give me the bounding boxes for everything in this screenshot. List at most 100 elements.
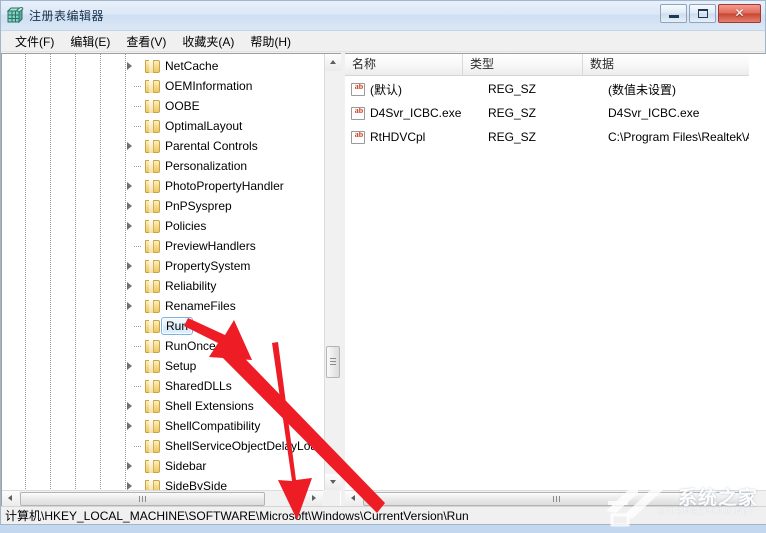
- expand-triangle-icon[interactable]: [126, 461, 135, 471]
- tree-scroll-right-button[interactable]: [306, 491, 323, 507]
- menu-file[interactable]: 文件(F): [7, 31, 62, 52]
- tree-scroll-left-button[interactable]: [2, 491, 19, 507]
- folder-icon: [145, 359, 160, 373]
- tree-item[interactable]: PhotoPropertyHandler: [2, 176, 324, 196]
- tree-line-stub: [134, 106, 141, 107]
- tree-item[interactable]: Run: [2, 316, 324, 336]
- tree-item[interactable]: PreviewHandlers: [2, 236, 324, 256]
- tree-line-stub: [134, 386, 141, 387]
- tree-item-label: Parental Controls: [165, 139, 258, 153]
- folder-icon: [145, 459, 160, 473]
- tree-item[interactable]: RenameFiles: [2, 296, 324, 316]
- folder-icon: [145, 159, 160, 173]
- tree-item[interactable]: RunOnce: [2, 336, 324, 356]
- tree-hscroll-thumb[interactable]: [20, 492, 265, 506]
- folder-icon: [145, 319, 160, 333]
- folder-icon: [145, 419, 160, 433]
- column-header-name[interactable]: 名称: [345, 54, 463, 75]
- tree-item-label: OEMInformation: [165, 79, 253, 93]
- expand-triangle-icon[interactable]: [126, 261, 135, 271]
- menu-help[interactable]: 帮助(H): [242, 31, 299, 52]
- chevron-right-icon: [312, 495, 316, 501]
- close-icon: ✕: [734, 6, 745, 20]
- chevron-down-icon: [330, 480, 336, 484]
- folder-icon: [145, 399, 160, 413]
- expand-triangle-icon[interactable]: [126, 401, 135, 411]
- tree-item[interactable]: Reliability: [2, 276, 324, 296]
- values-horizontal-scrollbar[interactable]: [345, 490, 766, 507]
- minimize-button[interactable]: [660, 4, 687, 23]
- value-row[interactable]: RtHDVCpl REG_SZ C:\Program Files\Realtek\A…: [345, 125, 749, 149]
- close-button[interactable]: ✕: [718, 4, 761, 23]
- tree-scroll-down-button[interactable]: [325, 474, 341, 491]
- values-column-header: 名称 类型 数据: [345, 54, 749, 76]
- tree-item[interactable]: SideBySide: [2, 476, 324, 491]
- values-scroll-left-button[interactable]: [345, 491, 362, 507]
- tree-line-stub: [134, 446, 141, 447]
- tree-item[interactable]: OEMInformation: [2, 76, 324, 96]
- menu-bar: 文件(F) 编辑(E) 查看(V) 收藏夹(A) 帮助(H): [1, 31, 765, 52]
- menu-favorites[interactable]: 收藏夹(A): [174, 31, 242, 52]
- value-name: D4Svr_ICBC.exe: [370, 106, 462, 120]
- column-header-type[interactable]: 类型: [463, 54, 583, 75]
- tree-item-label: ShellServiceObjectDelayLoad: [165, 439, 324, 453]
- expand-triangle-icon[interactable]: [126, 201, 135, 211]
- expand-triangle-icon[interactable]: [126, 141, 135, 151]
- tree-item[interactable]: ShellCompatibility: [2, 416, 324, 436]
- folder-icon: [145, 259, 160, 273]
- expand-triangle-icon[interactable]: [126, 301, 135, 311]
- expand-triangle-icon[interactable]: [126, 421, 135, 431]
- tree-item-label: Reliability: [165, 279, 217, 293]
- values-hscroll-thumb[interactable]: [363, 492, 751, 506]
- expand-triangle-icon[interactable]: [126, 221, 135, 231]
- tree-item[interactable]: Personalization: [2, 156, 324, 176]
- tree-item[interactable]: PnPSysprep: [2, 196, 324, 216]
- folder-icon: [145, 79, 160, 93]
- menu-view[interactable]: 查看(V): [118, 31, 174, 52]
- menu-edit[interactable]: 编辑(E): [62, 31, 118, 52]
- tree-line-stub: [134, 326, 141, 327]
- folder-icon: [145, 239, 160, 253]
- tree-item[interactable]: Parental Controls: [2, 136, 324, 156]
- tree-item[interactable]: OOBE: [2, 96, 324, 116]
- expand-triangle-icon[interactable]: [126, 61, 135, 71]
- tree-item[interactable]: PropertySystem: [2, 256, 324, 276]
- tree-item-label: NetCache: [165, 59, 219, 73]
- registry-tree[interactable]: NetCache OEMInformation OOBE OptimalLayout P…: [2, 54, 324, 491]
- folder-icon: [145, 179, 160, 193]
- tree-item-label: PhotoPropertyHandler: [165, 179, 284, 193]
- tree-item[interactable]: Setup: [2, 356, 324, 376]
- value-row[interactable]: D4Svr_ICBC.exe REG_SZ D4Svr_ICBC.exe: [345, 101, 749, 125]
- value-data: (数值未设置): [608, 82, 676, 97]
- value-name: (默认): [370, 82, 402, 97]
- tree-item[interactable]: Sidebar: [2, 456, 324, 476]
- tree-horizontal-scrollbar[interactable]: [2, 490, 340, 507]
- tree-item-label: PropertySystem: [165, 259, 251, 273]
- tree-item[interactable]: SharedDLLs: [2, 376, 324, 396]
- status-bar-path: 计算机\HKEY_LOCAL_MACHINE\SOFTWARE\Microsof…: [1, 506, 766, 524]
- tree-vertical-scrollbar[interactable]: [324, 54, 341, 491]
- maximize-button[interactable]: [689, 4, 716, 23]
- tree-item[interactable]: Shell Extensions: [2, 396, 324, 416]
- folder-icon: [145, 379, 160, 393]
- tree-item[interactable]: Policies: [2, 216, 324, 236]
- column-header-data[interactable]: 数据: [583, 54, 749, 75]
- tree-item[interactable]: NetCache: [2, 56, 324, 76]
- folder-icon: [145, 59, 160, 73]
- tree-scroll-thumb[interactable]: [326, 346, 340, 378]
- folder-icon: [145, 119, 160, 133]
- minimize-icon: [669, 15, 679, 18]
- scroll-corner: [323, 490, 340, 507]
- expand-triangle-icon[interactable]: [126, 361, 135, 371]
- window-title: 注册表编辑器: [29, 9, 105, 23]
- tree-scroll-up-button[interactable]: [325, 54, 341, 71]
- tree-item-label: Run: [161, 317, 194, 335]
- registry-values-pane: 名称 类型 数据 (默认) REG_SZ (数值未设置) D4Svr_ICBC.exe…: [345, 53, 766, 508]
- expand-triangle-icon[interactable]: [126, 281, 135, 291]
- tree-item[interactable]: OptimalLayout: [2, 116, 324, 136]
- folder-icon: [145, 99, 160, 113]
- values-list[interactable]: (默认)REG_SZ(数值未设置)D4Svr_ICBC.exeREG_SZD4S…: [345, 77, 749, 149]
- expand-triangle-icon[interactable]: [126, 181, 135, 191]
- value-row[interactable]: (默认) REG_SZ (数值未设置): [345, 77, 749, 101]
- tree-item[interactable]: ShellServiceObjectDelayLoad: [2, 436, 324, 456]
